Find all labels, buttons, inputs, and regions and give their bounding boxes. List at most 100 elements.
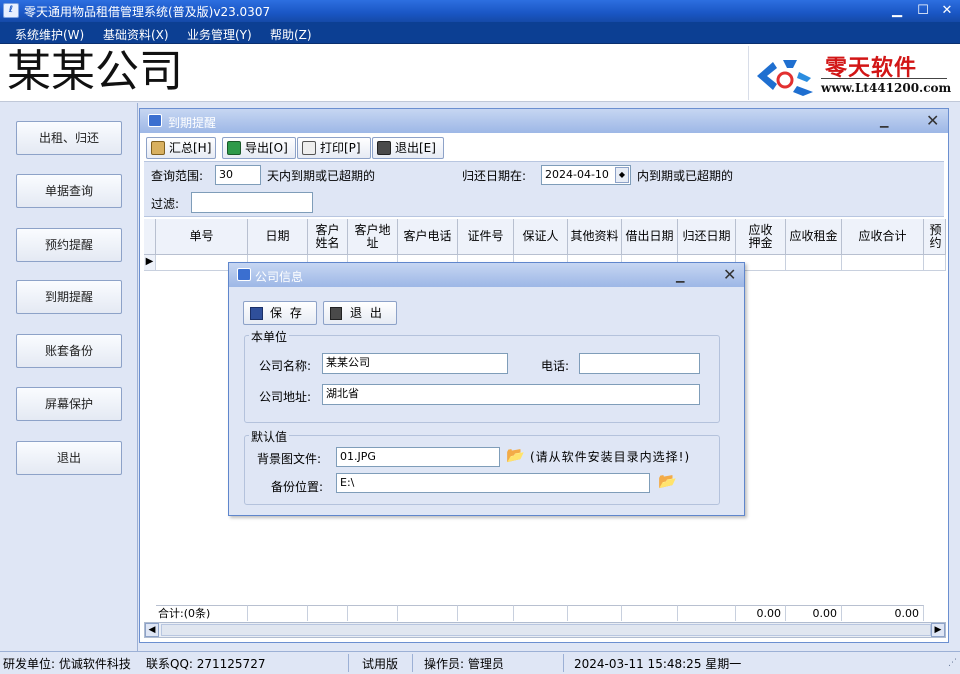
scrollbar-thumb[interactable] xyxy=(161,624,931,636)
query-panel: 查询范围: 30 天内到期或已超期的 归还日期在: 2024-04-10 ◆ 内… xyxy=(144,161,944,217)
sidebar-item-reservation-reminder[interactable]: 预约提醒 xyxy=(16,228,122,262)
return-date-label: 归还日期在: xyxy=(462,169,527,183)
footer-cell xyxy=(568,605,622,621)
col-header[interactable]: 日期 xyxy=(248,219,308,255)
summary-button[interactable]: 汇总[H] xyxy=(146,137,216,159)
table-cell[interactable] xyxy=(842,255,924,271)
table-cell[interactable] xyxy=(924,255,946,271)
scroll-left-icon[interactable]: ◀ xyxy=(145,623,159,637)
status-datetime: 2024-03-11 15:48:25 星期一 xyxy=(574,657,742,671)
window-title-bar[interactable]: ℓ 零天通用物品租借管理系统(普及版)v23.0307 ▁ ☐ ✕ xyxy=(0,0,960,22)
footer-cell xyxy=(248,605,308,621)
table-cell[interactable] xyxy=(786,255,842,271)
company-info-dialog: 公司信息 ▁ ✕ 保 存 退 出 本单位 公司名称: 某某公司 电话: 公司地址… xyxy=(228,262,745,516)
backup-location-label: 备份位置: xyxy=(271,480,324,494)
minimize-button[interactable]: ▁ xyxy=(886,2,908,20)
bg-file-label: 背景图文件: xyxy=(257,452,322,466)
backup-location-input[interactable]: E:\ xyxy=(336,473,650,493)
col-header[interactable]: 保证人 xyxy=(514,219,568,255)
return-date-suffix-label: 内到期或已超期的 xyxy=(637,169,734,183)
col-header[interactable]: 证件号 xyxy=(458,219,514,255)
footer-cell xyxy=(514,605,568,621)
sidebar-item-document-query[interactable]: 单据查询 xyxy=(16,174,122,208)
col-header[interactable]: 应收合计 xyxy=(842,219,924,255)
company-name-banner: 某某公司 xyxy=(7,46,183,97)
address-label: 公司地址: xyxy=(259,390,312,404)
footer-cell xyxy=(678,605,736,621)
deposit-total: 0.00 xyxy=(736,605,786,621)
footer-cell xyxy=(458,605,514,621)
child-window-title-bar[interactable]: 到期提醒 ▁ ✕ xyxy=(140,109,948,133)
header-banner: 某某公司 零天软件 www.Lt441200.com xyxy=(0,44,960,102)
menu-system[interactable]: 系统维护(W) xyxy=(15,26,84,43)
group-company-unit: 本单位 公司名称: 某某公司 电话: 公司地址: 湖北省 xyxy=(244,328,720,423)
maximize-button[interactable]: ☐ xyxy=(912,2,934,20)
col-header[interactable]: 归还日期 xyxy=(678,219,736,255)
print-button[interactable]: 打印[P] xyxy=(297,137,371,159)
footer-cell xyxy=(622,605,678,621)
col-header[interactable]: 客户电话 xyxy=(398,219,458,255)
logo-mark-icon xyxy=(757,60,813,96)
sidebar: 出租、归还 单据查询 预约提醒 到期提醒 账套备份 屏幕保护 退出 xyxy=(0,103,138,651)
exit-door-icon xyxy=(330,307,342,320)
status-bar: 研发单位: 优诚软件科技 联系QQ: 271125727 试用版 操作员: 管理… xyxy=(0,651,960,674)
footer-cell xyxy=(398,605,458,621)
company-name-input[interactable]: 某某公司 xyxy=(322,353,508,374)
save-icon xyxy=(250,307,263,320)
date-dropdown-icon[interactable]: ◆ xyxy=(615,167,629,183)
bg-file-input[interactable]: 01.JPG xyxy=(336,447,500,467)
col-header[interactable]: 应收租金 xyxy=(786,219,842,255)
save-button[interactable]: 保 存 xyxy=(243,301,317,325)
col-header[interactable]: 其他资料 xyxy=(568,219,622,255)
child-close-icon[interactable]: ✕ xyxy=(926,111,939,130)
logo-url: www.Lt441200.com xyxy=(821,81,952,95)
menu-basic-data[interactable]: 基础资料(X) xyxy=(103,26,169,43)
phone-input[interactable] xyxy=(579,353,700,374)
rent-total: 0.00 xyxy=(786,605,842,621)
group-label: 默认值 xyxy=(249,428,290,445)
return-date-picker[interactable]: 2024-04-10 ◆ xyxy=(541,165,631,185)
dialog-close-icon[interactable]: ✕ xyxy=(723,265,736,284)
sum-total: 0.00 xyxy=(842,605,924,621)
horizontal-scrollbar[interactable]: ◀ ▶ xyxy=(144,622,946,638)
status-operator: 操作员: 管理员 xyxy=(424,657,504,671)
menu-help[interactable]: 帮助(Z) xyxy=(270,26,312,43)
col-header[interactable]: 预约 xyxy=(924,219,946,255)
sidebar-item-expiry-reminder[interactable]: 到期提醒 xyxy=(16,280,122,314)
sidebar-item-backup[interactable]: 账套备份 xyxy=(16,334,122,368)
folder-open-icon[interactable]: 📂 xyxy=(658,472,677,490)
col-header[interactable]: 借出日期 xyxy=(622,219,678,255)
dialog-title-bar[interactable]: 公司信息 ▁ ✕ xyxy=(229,263,744,287)
phone-label: 电话: xyxy=(541,359,570,373)
dialog-exit-button[interactable]: 退 出 xyxy=(323,301,397,325)
export-button[interactable]: 导出[O] xyxy=(222,137,296,159)
query-suffix-label: 天内到期或已超期的 xyxy=(267,169,376,183)
scroll-right-icon[interactable]: ▶ xyxy=(931,623,945,637)
col-header[interactable]: 单号 xyxy=(156,219,248,255)
status-qq: 联系QQ: 271125727 xyxy=(146,657,266,671)
col-header[interactable]: 客户地址 xyxy=(348,219,398,255)
child-window-title: 到期提醒 xyxy=(168,116,217,130)
window-title: 零天通用物品租借管理系统(普及版)v23.0307 xyxy=(24,5,271,19)
col-header[interactable]: 客户姓名 xyxy=(308,219,348,255)
child-minimize-icon[interactable]: ▁ xyxy=(880,115,888,128)
logo-underline xyxy=(821,78,947,79)
company-name-label: 公司名称: xyxy=(259,359,312,373)
dialog-minimize-icon[interactable]: ▁ xyxy=(676,270,684,283)
status-divider xyxy=(348,654,349,672)
sidebar-item-exit[interactable]: 退出 xyxy=(16,441,122,475)
sidebar-item-screensaver[interactable]: 屏幕保护 xyxy=(16,387,122,421)
footer-cell xyxy=(348,605,398,621)
resize-grip-icon[interactable]: ⋰ xyxy=(948,658,957,668)
sidebar-item-rent-return[interactable]: 出租、归还 xyxy=(16,121,122,155)
close-button[interactable]: ✕ xyxy=(936,2,958,20)
status-divider xyxy=(412,654,413,672)
printer-icon xyxy=(302,141,316,155)
exit-button[interactable]: 退出[E] xyxy=(372,137,444,159)
filter-input[interactable] xyxy=(191,192,313,213)
query-days-input[interactable]: 30 xyxy=(215,165,261,185)
folder-open-icon[interactable]: 📂 xyxy=(506,446,525,464)
col-header[interactable]: 应收押金 xyxy=(736,219,786,255)
menu-business[interactable]: 业务管理(Y) xyxy=(187,26,252,43)
address-input[interactable]: 湖北省 xyxy=(322,384,700,405)
